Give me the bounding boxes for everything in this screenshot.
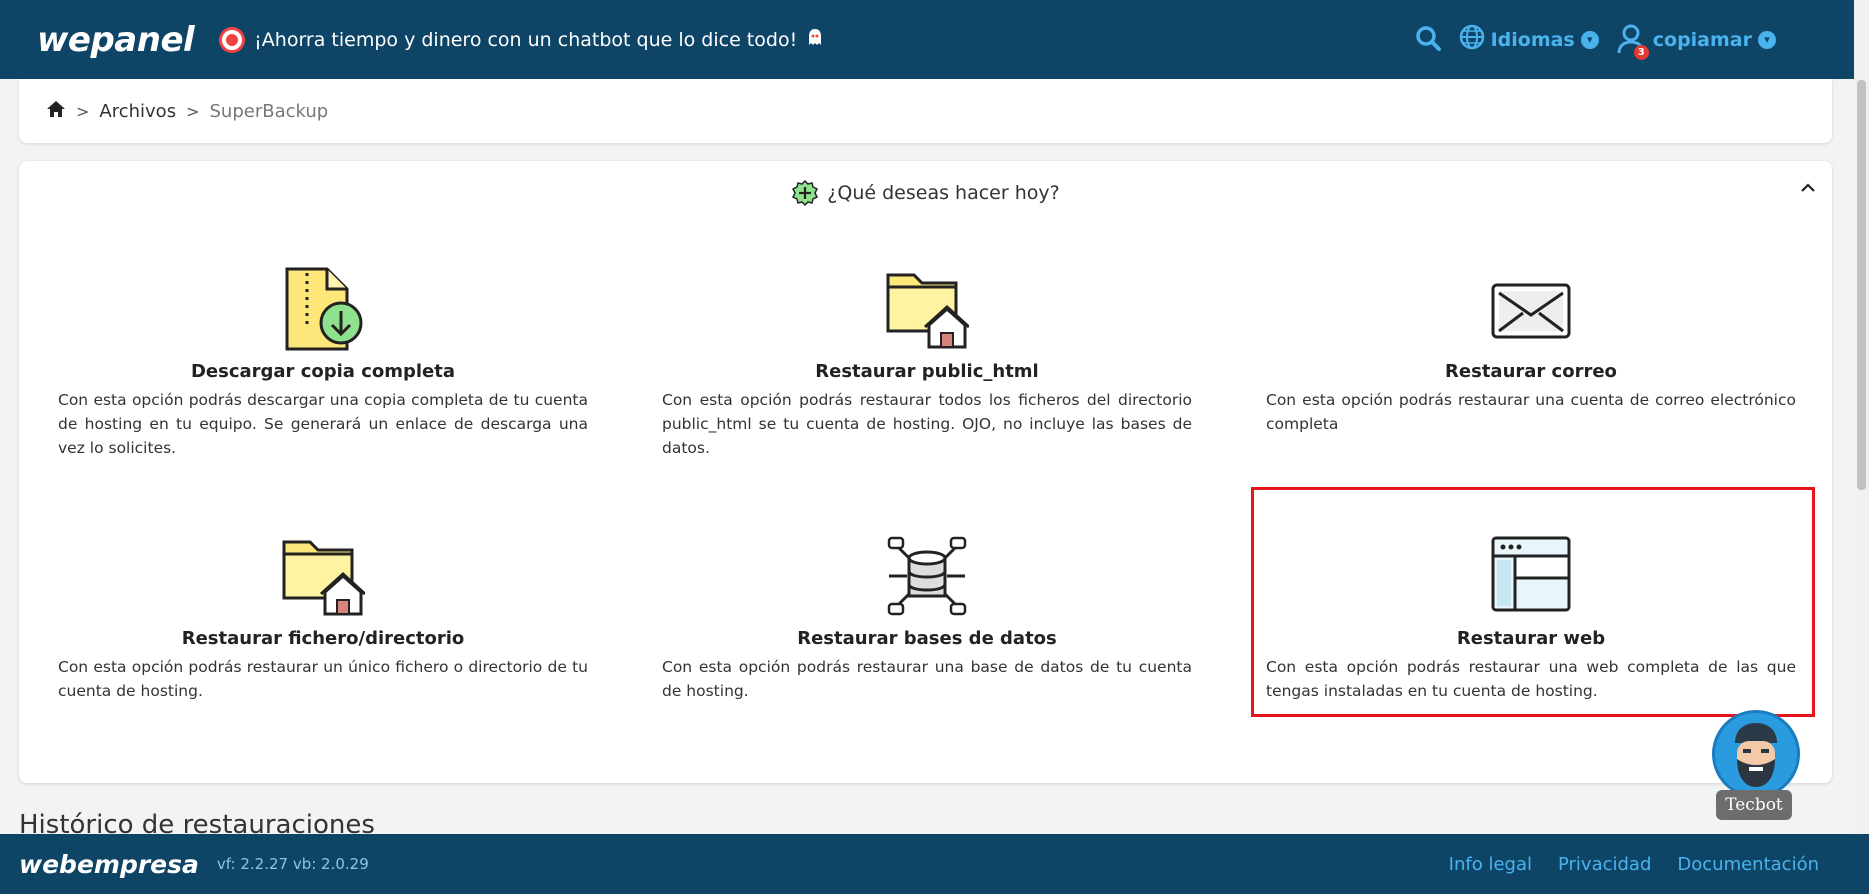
- footer-link-privacidad[interactable]: Privacidad: [1558, 854, 1651, 875]
- languages-label: Idiomas: [1490, 28, 1575, 51]
- breadcrumb: > Archivos > SuperBackup: [19, 79, 1832, 143]
- footer: webempresa vf: 2.2.27 vb: 2.0.29 Info le…: [0, 834, 1869, 894]
- chevron-down-icon: ▾: [1580, 30, 1599, 49]
- notification-badge: 3: [1633, 44, 1649, 60]
- browser-window-icon: [1489, 534, 1573, 618]
- breadcrumb-superbackup: SuperBackup: [209, 100, 329, 122]
- option-download-full-backup[interactable]: Descargar copia completa Con esta opción…: [58, 267, 588, 460]
- ghost-icon: [807, 28, 823, 51]
- option-restore-databases[interactable]: Restaurar bases de datos Con esta opción…: [662, 534, 1192, 703]
- option-restore-web[interactable]: Restaurar web Con esta opción podrás res…: [1266, 534, 1796, 703]
- option-description: Con esta opción podrás restaurar una bas…: [662, 658, 1192, 700]
- option-description: Con esta opción podrás descargar una cop…: [58, 391, 588, 457]
- database-network-icon: [885, 534, 969, 618]
- option-title: Restaurar bases de datos: [797, 628, 1057, 649]
- option-restore-file-directory[interactable]: Restaurar fichero/directorio Con esta op…: [58, 534, 588, 703]
- languages-menu[interactable]: Idiomas ▾: [1459, 24, 1599, 55]
- wepanel-logo[interactable]: wepanel: [37, 20, 195, 60]
- chatbot-avatar: [1712, 710, 1800, 798]
- option-title: Restaurar fichero/directorio: [181, 628, 465, 649]
- folder-home-icon: [281, 534, 367, 618]
- promo-banner[interactable]: ¡Ahorra tiempo y dinero con un chatbot q…: [222, 28, 823, 51]
- option-description: Con esta opción podrás restaurar un únic…: [58, 658, 588, 700]
- options-panel: ¿Qué deseas hacer hoy? Descargar copia c…: [19, 161, 1832, 783]
- footer-link-info-legal[interactable]: Info legal: [1449, 854, 1532, 875]
- chatbot-launcher[interactable]: Tecbot: [1712, 710, 1800, 820]
- chevron-down-icon: ▾: [1758, 30, 1776, 49]
- option-restore-email[interactable]: Restaurar correo Con esta opción podrás …: [1266, 267, 1796, 436]
- scrollbar-thumb[interactable]: [1857, 80, 1866, 490]
- option-restore-public-html[interactable]: Restaurar public_html Con esta opción po…: [662, 267, 1192, 460]
- webempresa-logo[interactable]: webempresa: [19, 850, 199, 879]
- home-icon[interactable]: [46, 100, 66, 123]
- user-menu[interactable]: 3 copiamar ▾: [1617, 24, 1776, 60]
- top-bar: wepanel ¡Ahorra tiempo y dinero con un c…: [0, 0, 1854, 79]
- scrollbar[interactable]: [1854, 0, 1869, 834]
- search-icon[interactable]: [1415, 25, 1441, 55]
- option-title: Descargar copia completa: [190, 361, 456, 382]
- panel-header: ¿Qué deseas hacer hoy?: [19, 179, 1832, 207]
- panel-title: ¿Qué deseas hacer hoy?: [827, 182, 1060, 204]
- option-title: Restaurar correo: [1445, 361, 1617, 382]
- option-title: Restaurar web: [1456, 628, 1606, 649]
- add-circle-icon: [791, 179, 819, 207]
- breadcrumb-separator: >: [186, 101, 200, 121]
- chevron-up-icon[interactable]: [1800, 177, 1816, 198]
- version-text: vf: 2.2.27 vb: 2.0.29: [216, 855, 369, 873]
- envelope-icon: [1489, 267, 1573, 351]
- option-description: Con esta opción podrás restaurar una cue…: [1266, 391, 1796, 433]
- folder-home-icon: [885, 267, 971, 351]
- user-icon: 3: [1617, 24, 1649, 60]
- chatbot-label: Tecbot: [1716, 790, 1792, 820]
- option-description: Con esta opción podrás restaurar una web…: [1266, 658, 1796, 700]
- zip-download-icon: [281, 267, 365, 351]
- footer-link-documentacion[interactable]: Documentación: [1677, 854, 1819, 875]
- promo-text: ¡Ahorra tiempo y dinero con un chatbot q…: [254, 28, 798, 51]
- breadcrumb-archivos[interactable]: Archivos: [99, 101, 176, 122]
- target-icon: [222, 29, 243, 50]
- user-name: copiamar: [1652, 28, 1752, 51]
- option-description: Con esta opción podrás restaurar todos l…: [662, 391, 1192, 457]
- option-title: Restaurar public_html: [815, 361, 1039, 382]
- breadcrumb-separator: >: [76, 101, 90, 121]
- globe-icon: [1459, 24, 1485, 55]
